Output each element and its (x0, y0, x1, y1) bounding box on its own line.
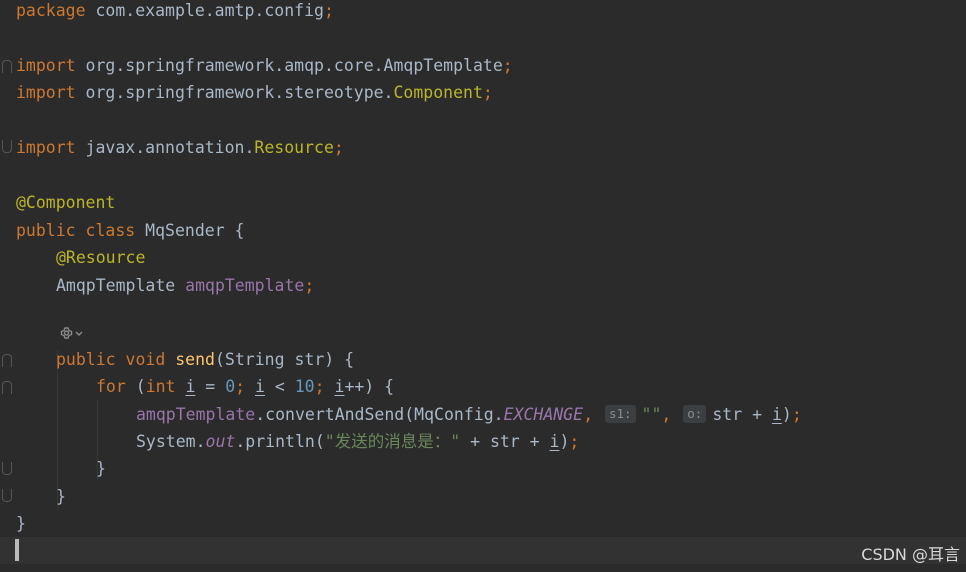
semicolon: ; (502, 56, 513, 75)
gear-chevron-icon[interactable] (56, 325, 88, 345)
code-line[interactable]: amqpTemplate.convertAndSend(MqConfig.EXC… (0, 401, 966, 428)
loop-variable: i (771, 405, 782, 424)
keyword: public (56, 350, 116, 369)
code-line[interactable]: public void send(String str) { (0, 346, 966, 373)
loop-variable: i (185, 377, 196, 396)
closing-brace: } (96, 459, 106, 478)
method-call: .convertAndSend(MqConfig. (255, 405, 504, 424)
class-declaration: MqSender { (135, 221, 245, 240)
semicolon: ; (791, 405, 802, 424)
closing-brace: } (16, 514, 26, 533)
code-line[interactable]: package com.example.amtp.config; (0, 0, 966, 24)
semicolon: ; (235, 377, 246, 396)
semicolon: ; (333, 138, 344, 157)
watermark: CSDN @耳言 (861, 545, 960, 564)
closing-brace: } (56, 487, 66, 506)
class-reference: Resource (254, 138, 334, 157)
class-reference: Component (393, 83, 483, 102)
method-name: send (175, 350, 215, 369)
paren: ) (559, 432, 570, 451)
code-line[interactable]: public class MqSender { (0, 217, 966, 244)
keyword: package (16, 1, 86, 20)
keyword: for (96, 377, 126, 396)
semicolon: ; (569, 432, 580, 451)
operator: < (264, 377, 295, 396)
type-name: AmqpTemplate (56, 276, 186, 295)
code-line[interactable]: import javax.annotation.Resource; (0, 134, 966, 161)
paren: ) (781, 405, 792, 424)
code-editor[interactable]: package com.example.amtp.config; import … (0, 0, 966, 572)
code-line[interactable]: @Component (0, 189, 966, 216)
expression: + str + (460, 432, 550, 451)
code-line[interactable]: @Resource (0, 244, 966, 271)
keyword: void (125, 350, 166, 369)
keyword: import (16, 56, 76, 75)
semicolon: ; (304, 276, 315, 295)
string-literal: "" (641, 405, 662, 424)
code-line[interactable]: for (int i = 0; i < 10; i++) { (0, 373, 966, 400)
operator: = (195, 377, 226, 396)
import-path: org.springframework.amqp.core.AmqpTempla… (75, 56, 503, 75)
import-path: javax.annotation. (75, 138, 255, 157)
increment: ++) { (344, 377, 395, 396)
semicolon: ; (314, 377, 325, 396)
annotation: @Resource (56, 248, 146, 267)
method-call: .println( (235, 432, 325, 451)
number: 0 (225, 377, 236, 396)
loop-variable: i (255, 377, 265, 396)
class-name: System. (136, 432, 206, 451)
import-path: org.springframework.stereotype. (75, 83, 394, 102)
method-params: (String str) { (214, 350, 355, 369)
current-line-highlight[interactable] (0, 537, 966, 564)
loop-variable: i (334, 377, 345, 396)
code-line[interactable]: import org.springframework.amqp.core.Amq… (0, 52, 966, 79)
static-field: out (205, 432, 236, 451)
keyword: import (16, 138, 76, 157)
code-line[interactable]: System.out.println("发送的消息是：" + str + i); (0, 428, 966, 455)
annotation: @Component (16, 193, 116, 212)
semicolon: ; (323, 1, 334, 20)
semicolon: ; (482, 83, 493, 102)
expression: str + (712, 405, 772, 424)
text-caret (15, 539, 19, 561)
number: 10 (294, 377, 315, 396)
package-name: com.example.amtp.config (85, 1, 324, 20)
loop-variable: i (549, 432, 560, 451)
parameter-hint: s1: (604, 405, 636, 423)
keyword: int (145, 377, 176, 396)
comma: , (583, 405, 593, 424)
comma: , (661, 405, 672, 424)
code-line[interactable]: AmqpTemplate amqpTemplate; (0, 272, 966, 299)
constant: EXCHANGE (503, 405, 584, 424)
paren: ( (125, 377, 146, 396)
code-line[interactable]: } (0, 510, 966, 537)
keyword: import (16, 83, 76, 102)
code-line[interactable]: } (0, 455, 966, 482)
field-name: amqpTemplate (136, 405, 256, 424)
parameter-hint: o: (683, 405, 707, 423)
code-line[interactable]: } (0, 483, 966, 510)
field-name: amqpTemplate (185, 276, 305, 295)
keyword: public class (16, 221, 136, 240)
string-literal: "发送的消息是：" (324, 432, 461, 451)
code-line[interactable]: import org.springframework.stereotype.Co… (0, 79, 966, 106)
